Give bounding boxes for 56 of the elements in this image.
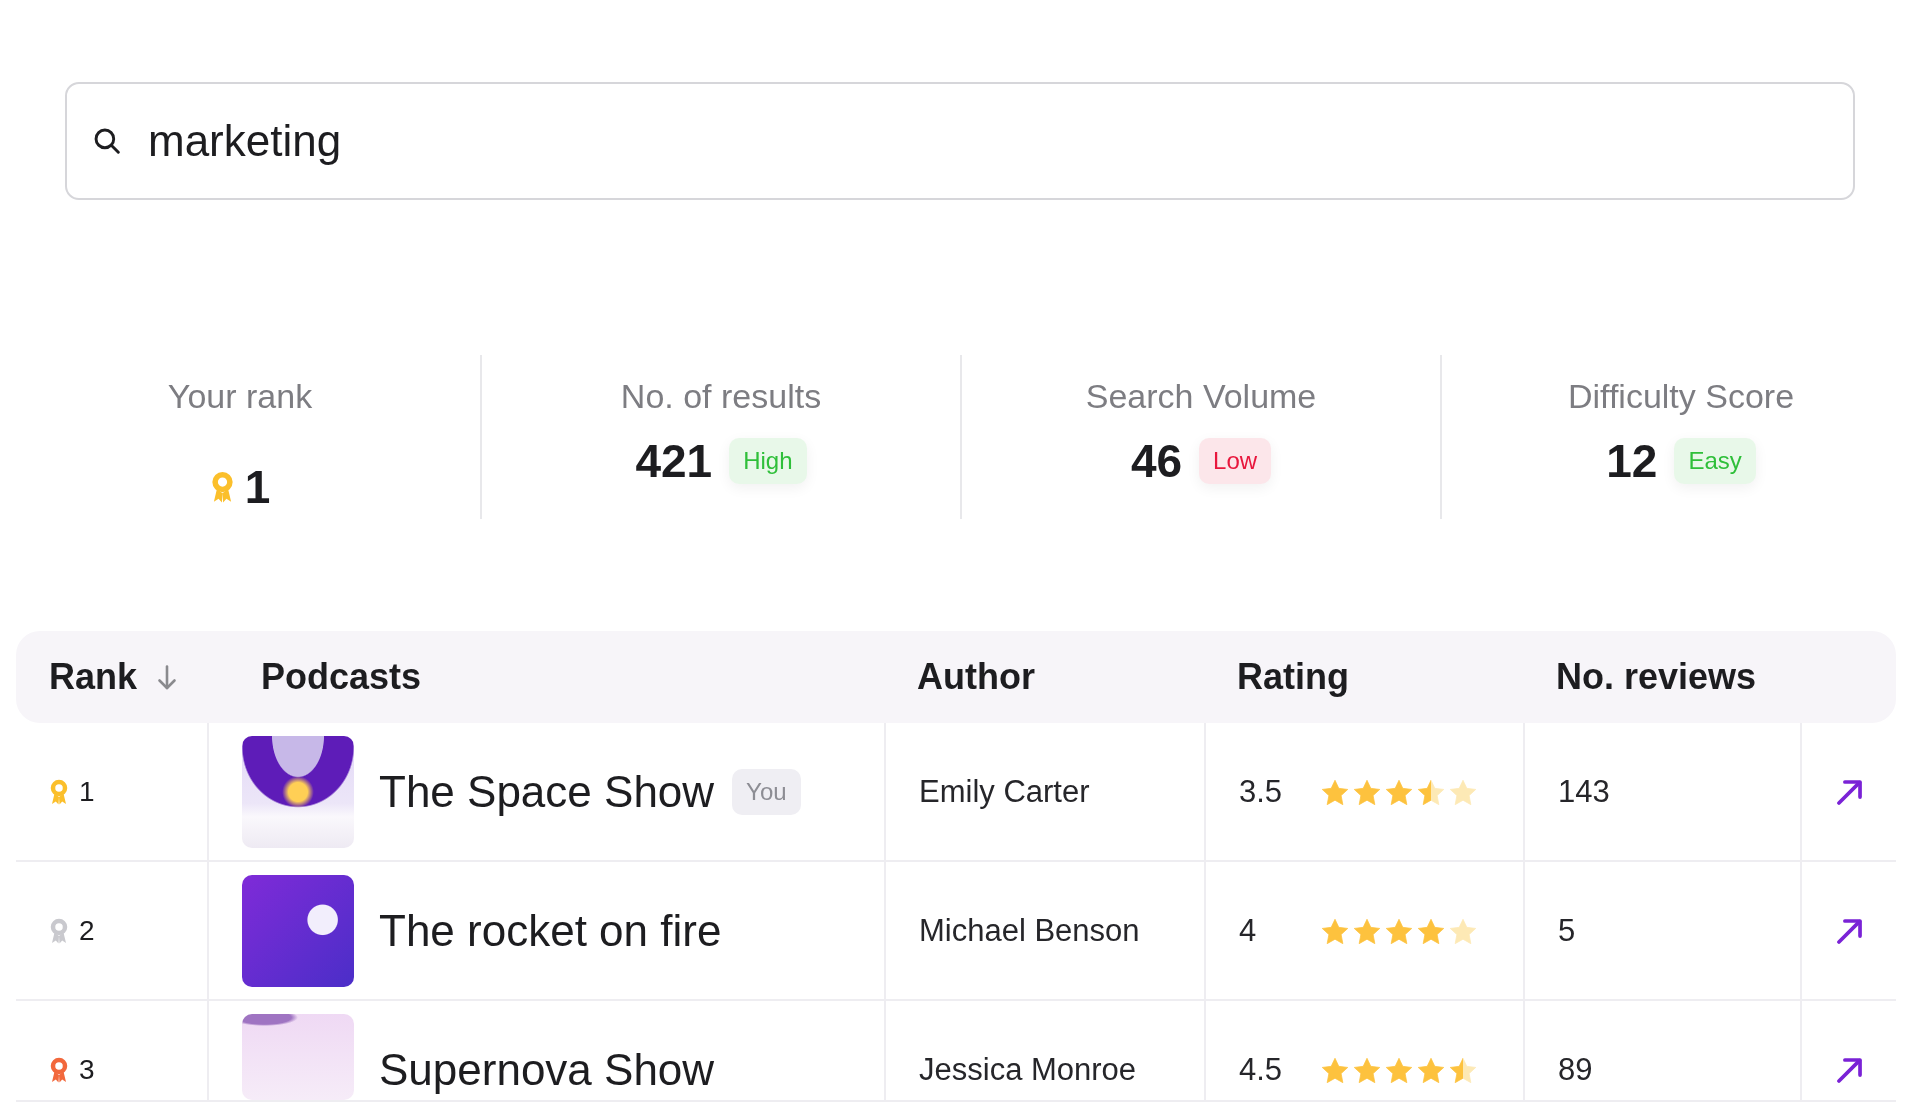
rank-number: 1 (79, 775, 95, 809)
author-name: Michael Benson (919, 912, 1140, 950)
search-icon (94, 128, 120, 154)
review-count: 5 (1558, 912, 1576, 950)
stat-value: 46 (1130, 436, 1183, 485)
column-header[interactable]: Author (917, 655, 1035, 699)
rating-value: 3.5 (1239, 773, 1284, 811)
star-icon (1450, 918, 1476, 944)
arrow-down-icon (157, 663, 178, 691)
star-icon (1450, 779, 1476, 805)
author-name: Jessica Monroe (919, 1051, 1137, 1089)
column-header[interactable]: Rating (1237, 655, 1349, 699)
open-link[interactable] (1836, 779, 1862, 805)
star-icon (1450, 1057, 1476, 1083)
rank-number: 3 (79, 1053, 95, 1087)
rank-number: 2 (79, 914, 95, 948)
star-icon (1386, 1057, 1412, 1083)
star-icon (1386, 779, 1412, 805)
column-header[interactable]: Rank (49, 655, 178, 699)
star-icon (1354, 779, 1380, 805)
rating-value: 4.5 (1239, 1051, 1284, 1089)
level-badge: Low (1199, 437, 1272, 484)
podcast-title: The Space Show (379, 768, 715, 816)
stat-label: Your rank (167, 376, 313, 417)
arrow-up-right-icon (1836, 779, 1862, 805)
level-badge: High (729, 437, 807, 484)
star-icon (1354, 918, 1380, 944)
open-link[interactable] (1836, 1057, 1862, 1083)
review-count: 89 (1558, 1051, 1593, 1089)
star-icon (1322, 918, 1348, 944)
star-icon (1418, 1057, 1444, 1083)
open-link[interactable] (1836, 918, 1862, 944)
star-icon (1418, 918, 1444, 944)
star-icon (1354, 1057, 1380, 1083)
column-header[interactable]: Podcasts (261, 655, 422, 699)
you-tag: You (732, 769, 801, 815)
rating-value: 4 (1239, 912, 1258, 950)
star-icon (1418, 779, 1444, 805)
arrow-up-right-icon (1836, 1057, 1862, 1083)
podcast-title: Supernova Show (379, 1046, 715, 1094)
search-field[interactable]: marketing (65, 82, 1855, 200)
star-icon (1322, 1057, 1348, 1083)
stat-label: No. of results (620, 376, 822, 417)
arrow-up-right-icon (1836, 918, 1862, 944)
stat-label: Difficulty Score (1567, 376, 1795, 417)
column-header[interactable]: No. reviews (1556, 655, 1757, 699)
stat-label: Search Volume (1085, 376, 1317, 417)
stat-value: 12 (1606, 436, 1658, 485)
level-badge: Easy (1674, 437, 1756, 484)
stat-value: 421 (635, 436, 713, 485)
star-icon (1322, 779, 1348, 805)
stat-value: 1 (244, 462, 271, 511)
star-icon (1386, 918, 1412, 944)
review-count: 143 (1558, 773, 1610, 811)
author-name: Emily Carter (919, 773, 1090, 811)
podcast-title: The rocket on fire (379, 907, 722, 955)
